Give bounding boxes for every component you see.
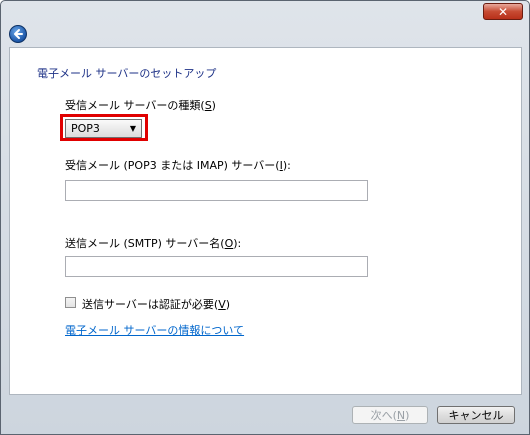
outgoing-server-label-text: 送信メール (SMTP) サーバー名( [65, 237, 225, 250]
close-button[interactable]: ✕ [483, 3, 523, 20]
next-button-suffix: ) [405, 408, 410, 422]
back-arrow-icon [14, 29, 23, 39]
incoming-server-label-suffix: ): [282, 159, 291, 172]
outgoing-server-input[interactable] [65, 256, 368, 277]
incoming-type-selected-value: POP3 [71, 122, 100, 135]
dialog-window: ✕ 電子メール サーバーのセットアップ 受信メール サーバーの種類(S) POP… [0, 0, 530, 435]
next-button-label: 次へ( [370, 409, 397, 422]
incoming-server-label-text: 受信メール (POP3 または IMAP) サーバー( [65, 159, 280, 172]
next-button[interactable]: 次へ(N) [352, 406, 428, 424]
chevron-down-icon: ▼ [129, 124, 136, 133]
page-title: 電子メール サーバーのセットアップ [37, 67, 217, 80]
incoming-type-select[interactable]: POP3 ▼ [65, 119, 142, 138]
auth-required-accesskey: V [218, 298, 226, 311]
next-button-accesskey: N [396, 408, 406, 422]
title-bar: ✕ [1, 1, 530, 43]
auth-required-label[interactable]: 送信サーバーは認証が必要(V) [82, 296, 230, 312]
incoming-server-input[interactable] [65, 180, 368, 201]
close-icon: ✕ [497, 4, 509, 19]
incoming-type-accesskey: S [204, 99, 212, 112]
dialog-content: 電子メール サーバーのセットアップ 受信メール サーバーの種類(S) POP3 … [9, 47, 522, 395]
auth-required-label-suffix: ) [225, 298, 231, 311]
back-button[interactable] [9, 25, 27, 43]
outgoing-server-label-suffix: ): [233, 237, 242, 250]
incoming-type-label: 受信メール サーバーの種類(S) [65, 97, 216, 113]
auth-required-label-text: 送信サーバーは認証が必要( [82, 298, 219, 311]
auth-required-checkbox[interactable] [65, 297, 76, 308]
incoming-type-label-text: 受信メール サーバーの種類( [65, 99, 205, 112]
cancel-button[interactable]: キャンセル [437, 406, 515, 424]
email-server-info-link[interactable]: 電子メール サーバーの情報について [65, 322, 244, 338]
outgoing-server-accesskey: O [224, 237, 234, 250]
incoming-server-label: 受信メール (POP3 または IMAP) サーバー(I): [65, 157, 291, 173]
outgoing-server-label: 送信メール (SMTP) サーバー名(O): [65, 235, 241, 251]
incoming-type-label-suffix: ) [211, 99, 216, 112]
